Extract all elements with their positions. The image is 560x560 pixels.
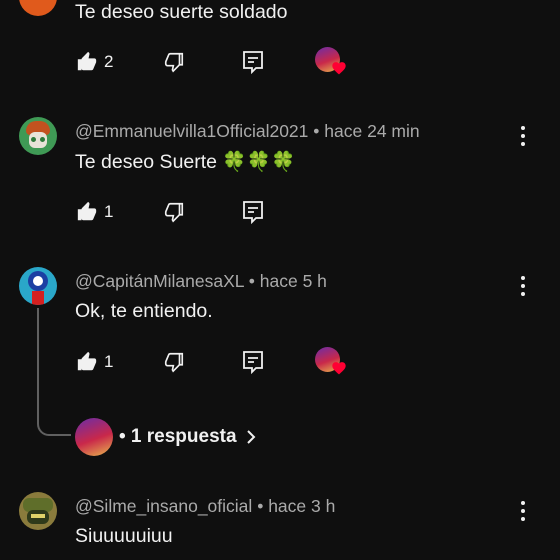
dislike-icon xyxy=(164,52,184,73)
separator: • xyxy=(257,496,264,516)
reply-button[interactable] xyxy=(242,197,264,227)
separator: • xyxy=(248,271,255,291)
creator-avatar xyxy=(315,347,346,377)
reply-button[interactable] xyxy=(242,47,264,77)
avatar[interactable] xyxy=(19,492,57,530)
author-handle[interactable]: @Silme_insano_oficial xyxy=(75,496,252,516)
comment-actions: 1 xyxy=(0,347,560,377)
avatar[interactable] xyxy=(19,0,57,16)
comment-meta: @Silme_insano_oficial • hace 3 h xyxy=(75,496,335,517)
reply-icon xyxy=(243,51,263,74)
creator-heart-icon xyxy=(332,362,346,375)
like-button[interactable]: 2 xyxy=(76,47,113,77)
like-button[interactable]: 1 xyxy=(76,347,113,377)
like-icon xyxy=(77,201,97,221)
more-vert-icon[interactable] xyxy=(514,274,532,298)
dislike-button[interactable] xyxy=(163,47,185,77)
like-count: 1 xyxy=(104,202,114,221)
timestamp: hace 3 h xyxy=(268,496,336,516)
author-handle[interactable]: @CapitánMilanesaXL xyxy=(75,271,244,291)
like-icon xyxy=(77,351,97,371)
dislike-icon xyxy=(164,352,184,373)
comment-text: Te deseo suerte soldado xyxy=(75,1,288,23)
reply-icon xyxy=(243,351,263,374)
comment-text: Ok, te entiendo. xyxy=(75,300,213,322)
reply-button[interactable] xyxy=(242,347,264,377)
comment-text: Siuuuuuiuu xyxy=(75,525,173,547)
comment-text: Te deseo Suerte 🍀🍀🍀 xyxy=(75,151,296,173)
dislike-icon xyxy=(164,202,184,223)
timestamp: hace 24 min xyxy=(324,121,420,141)
creator-heart xyxy=(315,47,346,77)
replies-button[interactable]: • 1 respuesta xyxy=(75,417,257,457)
replies-label: • 1 respuesta xyxy=(119,426,237,447)
author-handle[interactable]: @Emmanuelvilla1Official2021 xyxy=(75,121,308,141)
comment-actions: 2 xyxy=(0,47,560,77)
dislike-button[interactable] xyxy=(163,197,185,227)
comment-meta: @Emmanuelvilla1Official2021 • hace 24 mi… xyxy=(75,121,420,142)
like-button[interactable]: 1 xyxy=(76,197,113,227)
reply-icon xyxy=(243,201,263,224)
like-count: 2 xyxy=(104,52,114,71)
avatar[interactable] xyxy=(19,117,57,155)
avatar[interactable] xyxy=(19,267,57,305)
reply-author-avatar xyxy=(75,418,113,456)
like-icon xyxy=(77,51,97,71)
comment-actions: 1 xyxy=(0,197,560,227)
like-count: 1 xyxy=(104,352,114,371)
timestamp: hace 5 h xyxy=(259,271,327,291)
creator-avatar xyxy=(315,47,346,77)
creator-heart-icon xyxy=(332,62,346,75)
creator-heart xyxy=(315,347,346,377)
separator: • xyxy=(313,121,320,141)
dislike-button[interactable] xyxy=(163,347,185,377)
more-vert-icon[interactable] xyxy=(514,499,532,523)
chevron-right-icon xyxy=(246,430,255,444)
comment-meta: @CapitánMilanesaXL • hace 5 h xyxy=(75,271,327,292)
more-vert-icon[interactable] xyxy=(514,124,532,148)
